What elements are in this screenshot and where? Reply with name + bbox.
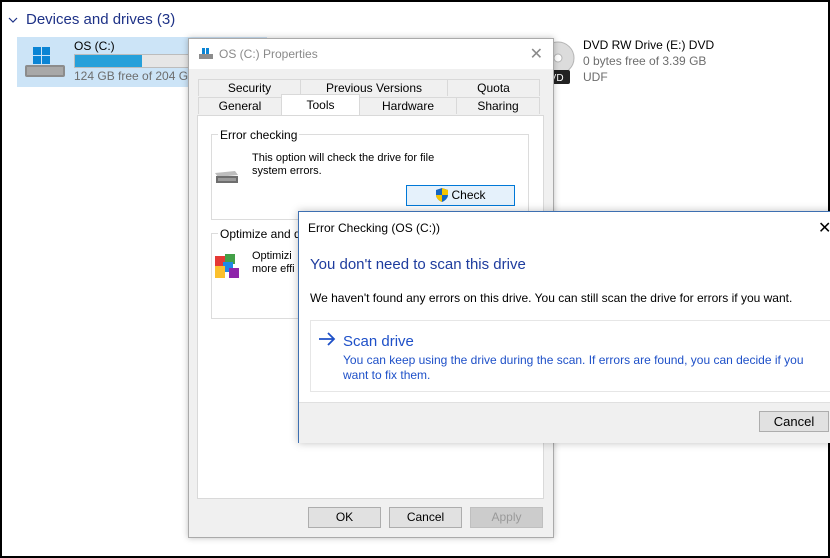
properties-titlebar[interactable]: OS (C:) Properties ✕ xyxy=(189,39,553,69)
optimize-description-line1: Optimizi xyxy=(252,250,292,262)
drive-title-icon xyxy=(199,48,213,59)
tab-quota[interactable]: Quota xyxy=(447,79,540,96)
chevron-down-icon xyxy=(8,17,18,23)
check-button-label: Check xyxy=(451,188,486,202)
dvd-free-space: 0 bytes free of 3.39 GB xyxy=(583,54,707,68)
check-button[interactable]: Check xyxy=(406,185,515,206)
group-title: Devices and drives (3) xyxy=(26,11,176,28)
error-dialog-heading: You don't need to scan this drive xyxy=(310,256,526,273)
hard-drive-icon xyxy=(25,47,65,77)
scan-drive-title: Scan drive xyxy=(343,333,414,350)
error-cancel-button[interactable]: Cancel xyxy=(759,411,829,432)
tab-general[interactable]: General xyxy=(198,97,282,114)
optimize-description-line2: more effi xyxy=(252,263,294,275)
tab-sharing[interactable]: Sharing xyxy=(456,97,540,114)
drive-usage-fill xyxy=(75,55,143,67)
defrag-icon xyxy=(215,254,239,278)
drive-free-space: 124 GB free of 204 GB xyxy=(74,69,197,83)
ok-button[interactable]: OK xyxy=(308,507,381,528)
arrow-right-icon xyxy=(319,332,336,346)
hard-drive-icon xyxy=(215,171,238,183)
cancel-button[interactable]: Cancel xyxy=(389,507,462,528)
dvd-filesystem: UDF xyxy=(583,70,608,84)
close-icon[interactable]: ✕ xyxy=(818,218,830,238)
tab-hardware[interactable]: Hardware xyxy=(359,97,457,114)
dvd-drive-name[interactable]: DVD RW Drive (E:) DVD xyxy=(583,38,714,52)
uac-shield-icon xyxy=(436,188,449,202)
group-header-devices[interactable]: Devices and drives (3) xyxy=(8,11,175,28)
close-icon[interactable]: ✕ xyxy=(530,44,543,64)
error-checking-dialog: Error Checking (OS (C:)) ✕ You don't nee… xyxy=(298,211,830,443)
scan-drive-description: You can keep using the drive during the … xyxy=(343,353,804,382)
error-checking-description: This option will check the drive for fil… xyxy=(252,152,435,177)
optimize-description: Optimizi more effi xyxy=(252,250,294,276)
drive-name: OS (C:) xyxy=(74,39,115,53)
scan-drive-option[interactable]: Scan drive You can keep using the drive … xyxy=(310,320,830,392)
error-dialog-title: Error Checking (OS (C:)) xyxy=(308,221,441,235)
apply-button[interactable]: Apply xyxy=(470,507,543,528)
error-dialog-footer: Cancel xyxy=(299,402,830,443)
error-dialog-description: We haven't found any errors on this driv… xyxy=(310,291,793,305)
tab-tools[interactable]: Tools xyxy=(281,94,360,115)
error-checking-label: Error checking xyxy=(218,128,300,142)
properties-title: OS (C:) Properties xyxy=(219,47,318,61)
